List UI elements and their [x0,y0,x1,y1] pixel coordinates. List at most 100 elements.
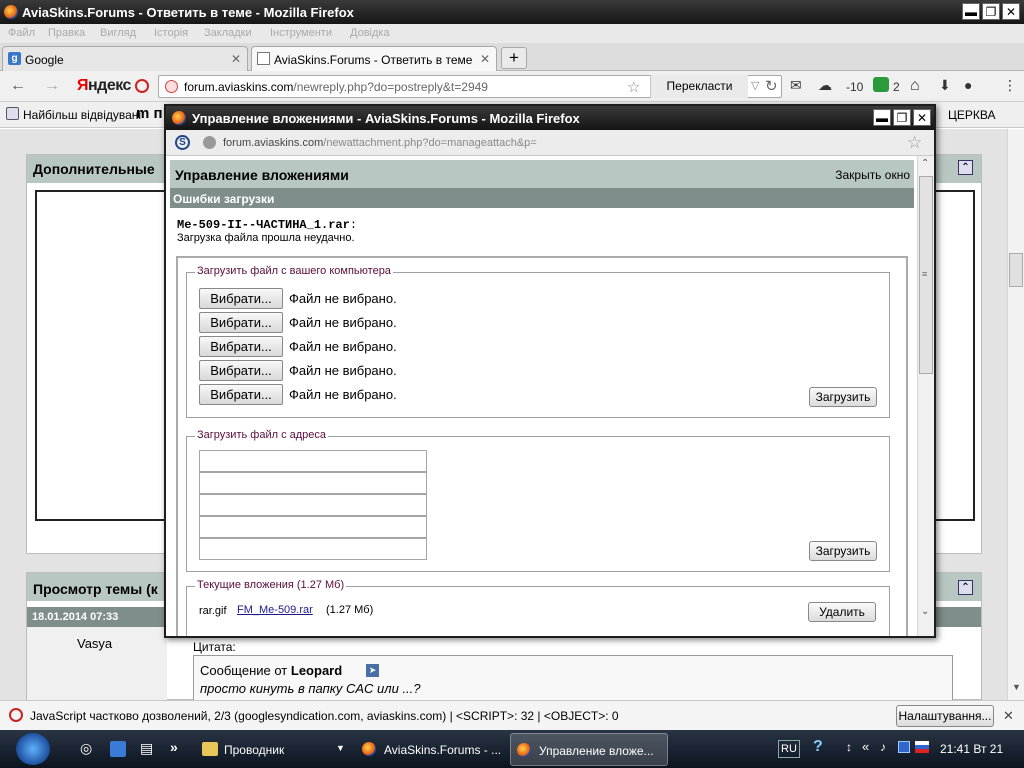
delete-attachment-button[interactable]: Удалить [808,602,876,622]
upload-computer-button[interactable]: Загрузить [809,387,877,407]
close-tab-icon[interactable]: ✕ [231,52,241,66]
panel-title: Дополнительные [33,161,155,177]
bookmark-m[interactable]: m п [136,105,163,122]
attachment-link[interactable]: FM_Me-509.rar [237,604,313,616]
tray-flag-icon[interactable] [915,741,929,753]
popup-maximize-button[interactable]: ❐ [893,109,911,126]
popup-title-bar[interactable]: Управление вложениями - AviaSkins.Forums… [166,106,934,130]
dropdown-icon[interactable]: ▽ [751,79,759,92]
upload-computer-fieldset: Загрузить файл с вашего компьютера Вибра… [186,265,890,418]
menu-file[interactable]: Файл [8,27,35,39]
post-author[interactable]: Vasya [77,636,112,651]
choose-file-button-2[interactable]: Вибрати... [199,312,283,333]
site-identity-icon[interactable] [165,80,178,93]
quicklaunch-more-icon[interactable]: » [170,739,178,755]
upload-url-fieldset: Загрузить файл с адреса Загрузить [186,429,890,572]
quote-label: Цитата: [193,640,236,654]
menu-bar: Файл Правка Вигляд Історія Закладки Інст… [0,24,1024,43]
browser-title-bar[interactable]: AviaSkins.Forums - Ответить в теме - Moz… [0,0,1024,24]
menu-view[interactable]: Вигляд [100,27,136,39]
language-indicator[interactable]: RU [778,740,800,758]
choose-file-button-3[interactable]: Вибрати... [199,336,283,357]
task-explorer[interactable]: Проводник ▼ [196,733,350,766]
close-status-icon[interactable]: ✕ [1003,708,1014,724]
quicklaunch-app-icon[interactable] [110,741,126,757]
url-bar[interactable]: forum.aviaskins.com/newreply.php?do=post… [158,75,782,98]
menu-help[interactable]: Довідка [350,27,390,39]
tab-label: AviaSkins.Forums - Ответить в теме [274,53,473,67]
weather-icon[interactable]: ☁ [818,77,832,94]
popup-address-bar[interactable]: S forum.aviaskins.com/newattachment.php?… [166,130,934,156]
yandex-logo-rest: ндекс [88,77,131,94]
collapse-icon[interactable]: ⌃ [958,160,973,175]
noscript-icon[interactable] [135,79,149,93]
menu-edit[interactable]: Правка [48,27,85,39]
close-tab-icon[interactable]: ✕ [480,52,490,66]
menu-tools[interactable]: Інструменти [270,27,332,39]
scroll-down-icon[interactable]: ⌄ [921,606,929,617]
task-attachment-manager[interactable]: Управление вложе... [510,733,668,766]
popup-close-button[interactable]: ✕ [913,109,931,126]
noscript-icon[interactable]: S [175,135,190,150]
back-icon[interactable]: ← [10,77,26,95]
bookmark-star-icon[interactable]: ☆ [907,133,922,153]
task-aviaskins-forums[interactable]: AviaSkins.Forums - ... [356,733,504,766]
reload-icon[interactable]: ↻ [765,77,778,95]
menu-bookmarks[interactable]: Закладки [204,27,252,39]
view-post-icon[interactable]: ➤ [366,664,379,677]
noscript-icon[interactable] [9,708,23,722]
url-input-4[interactable] [199,516,427,538]
close-button[interactable]: ✕ [1002,3,1020,20]
url-input-3[interactable] [199,494,427,516]
page-scrollbar[interactable]: ▼ [1007,129,1024,700]
file-status-5: Файл не вибрано. [289,387,397,402]
close-window-link[interactable]: Закрыть окно [835,168,910,182]
quicklaunch-folder-icon[interactable]: ▤ [140,740,153,757]
maximize-button[interactable]: ❐ [982,3,1000,20]
error-message: Загрузка файла прошла неудачно. [177,232,355,244]
popup-minimize-button[interactable]: ▬ [873,109,891,126]
upload-errors-title: Ошибки загрузки [173,192,275,206]
forward-icon[interactable]: → [44,77,60,95]
scroll-down-icon[interactable]: ▼ [1012,682,1021,692]
url-input-5[interactable] [199,538,427,560]
counter-icon[interactable] [873,77,889,92]
quote-box: Сообщение от Leopard ➤ просто кинуть в п… [193,655,953,701]
start-button[interactable] [16,733,50,765]
clock[interactable]: 21:41 Вт 21 [940,742,1003,756]
menu-history[interactable]: Історія [154,27,188,39]
mail-icon[interactable]: ✉ [790,77,802,94]
help-icon[interactable]: ? [813,738,823,756]
home-icon[interactable]: ⌂ [910,77,920,95]
url-input-2[interactable] [199,472,427,494]
collapse-icon[interactable]: ⌃ [958,580,973,595]
bookmark-star-icon[interactable]: ☆ [627,78,640,96]
menu-icon[interactable]: ⋮ [1003,77,1017,94]
choose-file-button-1[interactable]: Вибрати... [199,288,283,309]
page-scrollbar-thumb[interactable] [1009,253,1023,287]
choose-file-button-5[interactable]: Вибрати... [199,384,283,405]
bookmark-church[interactable]: ЦЕРКВА [948,108,995,122]
tray-speaker-icon[interactable]: ♪ [880,740,886,754]
url-input-1[interactable] [199,450,427,472]
tab-google[interactable]: g Google ✕ [2,46,248,71]
popup-scrollbar[interactable]: ⌃ ≡ ⌄ [917,156,934,636]
noscript-settings-button[interactable]: Налаштування... [896,705,994,727]
new-tab-button[interactable]: + [501,47,527,69]
upload-url-button[interactable]: Загрузить [809,541,877,561]
yandex-logo[interactable]: Яндекс [77,77,131,95]
quicklaunch-ie-icon[interactable]: ◎ [80,740,92,757]
tray-arrows-icon[interactable]: ↕ [846,740,852,754]
bookmark-most-visited[interactable]: Найбільш відвідувані [23,108,141,122]
tray-network-icon[interactable] [898,741,910,753]
minimize-button[interactable]: ▬ [962,3,980,20]
choose-file-button-4[interactable]: Вибрати... [199,360,283,381]
download-icon[interactable]: ⬇ [939,77,951,94]
manage-title: Управление вложениями [175,167,349,183]
translate-button[interactable]: Перекласти [650,75,748,98]
tray-expand-icon[interactable]: « [862,739,869,754]
scroll-up-icon[interactable]: ⌃ [921,158,929,169]
popup-scrollbar-thumb[interactable]: ≡ [919,176,933,374]
tab-aviaskins[interactable]: AviaSkins.Forums - Ответить в теме ✕ [251,46,497,71]
speech-icon[interactable]: ● [964,77,972,93]
